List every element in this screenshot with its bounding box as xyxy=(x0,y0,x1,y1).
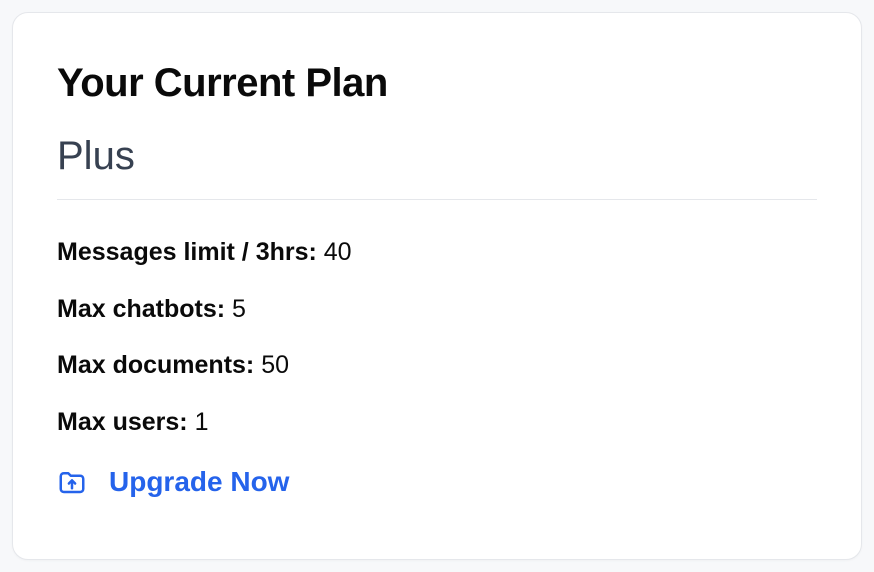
max-documents-row: Max documents: 50 xyxy=(57,349,817,382)
plan-card: Your Current Plan Plus Messages limit / … xyxy=(12,12,862,560)
max-chatbots-label: Max chatbots: xyxy=(57,295,225,323)
max-documents-label: Max documents: xyxy=(57,351,254,379)
upgrade-button[interactable]: Upgrade Now xyxy=(57,466,817,498)
max-users-label: Max users: xyxy=(57,408,188,436)
plan-name: Plus xyxy=(57,134,817,179)
messages-limit-value: 40 xyxy=(324,238,352,266)
upgrade-icon xyxy=(57,467,87,497)
max-documents-value: 50 xyxy=(261,351,289,379)
max-users-row: Max users: 1 xyxy=(57,406,817,439)
divider xyxy=(57,199,817,200)
max-chatbots-value: 5 xyxy=(232,295,246,323)
max-chatbots-row: Max chatbots: 5 xyxy=(57,293,817,326)
upgrade-label: Upgrade Now xyxy=(109,466,289,498)
messages-limit-row: Messages limit / 3hrs: 40 xyxy=(57,236,817,269)
card-title: Your Current Plan xyxy=(57,61,817,106)
max-users-value: 1 xyxy=(195,408,209,436)
messages-limit-label: Messages limit / 3hrs: xyxy=(57,238,317,266)
